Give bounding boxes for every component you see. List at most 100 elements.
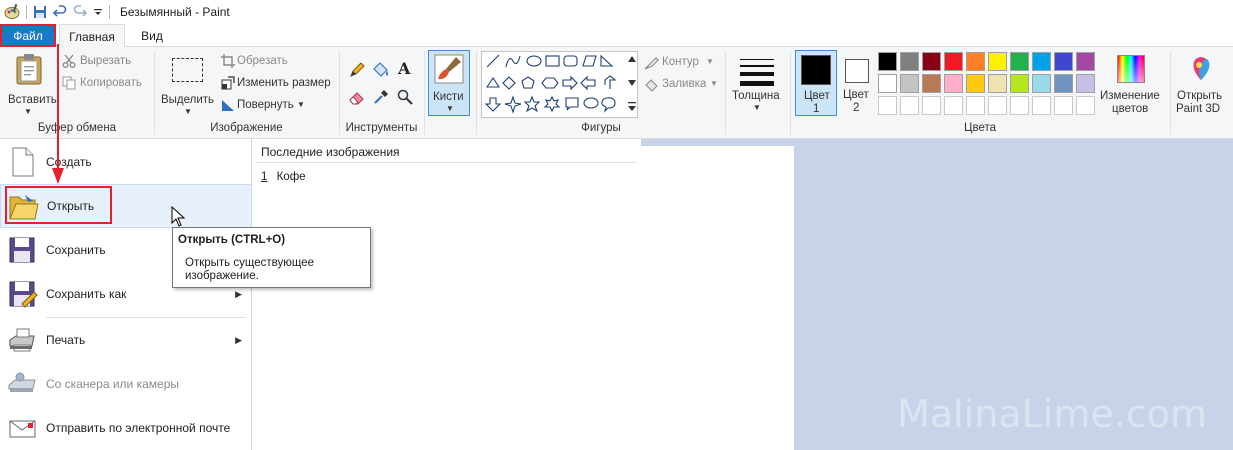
color1-label: Цвет bbox=[804, 90, 830, 102]
palette-swatch[interactable] bbox=[1054, 74, 1073, 93]
customize-toolbar-icon[interactable] bbox=[93, 7, 103, 17]
save-as-icon bbox=[9, 281, 38, 308]
menu-item-print[interactable]: Печать ▶ bbox=[0, 318, 252, 362]
menu-item-new[interactable]: Создать bbox=[0, 140, 252, 184]
undo-icon[interactable] bbox=[53, 5, 67, 19]
palette-empty-swatch[interactable] bbox=[1010, 96, 1029, 115]
palette-empty-swatch[interactable] bbox=[900, 96, 919, 115]
file-menu: Создать Открыть Сохранить Сохранить как … bbox=[0, 139, 252, 450]
cut-label: Вырезать bbox=[80, 55, 132, 67]
size-button[interactable]: Толщина ▼ bbox=[730, 50, 786, 116]
mouse-cursor-icon bbox=[171, 206, 186, 227]
palette-swatch[interactable] bbox=[1076, 74, 1095, 93]
palette-swatch[interactable] bbox=[966, 52, 985, 71]
tooltip: Открыть (CTRL+O) Открыть существующее из… bbox=[172, 227, 371, 288]
rotate-dropdown-arrow: ▼ bbox=[297, 100, 305, 109]
magnifier-icon[interactable] bbox=[397, 89, 413, 105]
palette-swatch[interactable] bbox=[944, 52, 963, 71]
resize-icon bbox=[221, 76, 235, 90]
palette-empty-swatch[interactable] bbox=[944, 96, 963, 115]
watermark: MalinaLime.com bbox=[897, 392, 1207, 436]
palette-swatch[interactable] bbox=[900, 52, 919, 71]
fill-icon bbox=[645, 79, 658, 92]
color-palette bbox=[878, 52, 1098, 118]
palette-empty-swatch[interactable] bbox=[988, 96, 1007, 115]
ribbon-tabs: Файл Главная Вид bbox=[0, 24, 1233, 48]
palette-swatch[interactable] bbox=[1032, 74, 1051, 93]
palette-swatch[interactable] bbox=[988, 74, 1007, 93]
pencil-icon[interactable] bbox=[349, 62, 365, 78]
menu-item-open[interactable]: Открыть bbox=[0, 184, 252, 228]
brushes-dropdown-arrow: ▼ bbox=[446, 104, 454, 113]
fill-button[interactable]: Заливка ▼ bbox=[644, 77, 724, 95]
tab-file[interactable]: Файл bbox=[0, 24, 56, 47]
rotate-label: Повернуть bbox=[237, 99, 294, 111]
rotate-button[interactable]: Повернуть ▼ bbox=[221, 97, 311, 115]
fill-bucket-icon[interactable] bbox=[372, 61, 390, 79]
palette-swatch[interactable] bbox=[1076, 52, 1095, 71]
recent-item[interactable]: 1 Кофе bbox=[261, 171, 461, 187]
brushes-button[interactable]: Кисти ▼ bbox=[428, 50, 470, 116]
window-title: Безымянный - Paint bbox=[120, 5, 230, 19]
paint3d-label-1: Открыть bbox=[1177, 90, 1223, 102]
text-tool-icon[interactable]: A bbox=[398, 59, 410, 78]
tab-home[interactable]: Главная bbox=[59, 24, 125, 48]
palette-swatch[interactable] bbox=[1054, 52, 1073, 71]
eraser-icon[interactable] bbox=[349, 89, 365, 105]
recent-pictures-panel: Последние изображения 1 Кофе bbox=[252, 139, 641, 450]
palette-swatch[interactable] bbox=[1010, 52, 1029, 71]
crop-button[interactable]: Обрезать bbox=[221, 53, 321, 71]
outline-label: Контур bbox=[662, 56, 699, 68]
drawing-canvas[interactable] bbox=[641, 146, 794, 450]
open-paint3d-button[interactable]: Открыть Paint 3D bbox=[1173, 50, 1229, 120]
palette-swatch[interactable] bbox=[944, 74, 963, 93]
select-button[interactable]: Выделить ▼ bbox=[160, 51, 216, 116]
recent-divider bbox=[256, 162, 637, 163]
email-icon bbox=[9, 420, 36, 438]
palette-swatch[interactable] bbox=[1032, 52, 1051, 71]
palette-swatch[interactable] bbox=[900, 74, 919, 93]
save-icon[interactable] bbox=[33, 5, 47, 19]
palette-swatch[interactable] bbox=[966, 74, 985, 93]
color1-button[interactable]: Цвет 1 bbox=[795, 50, 837, 116]
tab-view[interactable]: Вид bbox=[130, 24, 174, 48]
color2-button[interactable]: Цвет 2 bbox=[841, 50, 873, 116]
group-divider bbox=[476, 51, 477, 135]
submenu-arrow-icon: ▶ bbox=[235, 334, 242, 345]
palette-empty-swatch[interactable] bbox=[1076, 96, 1095, 115]
palette-swatch[interactable] bbox=[922, 52, 941, 71]
printer-icon bbox=[9, 328, 35, 352]
resize-label: Изменить размер bbox=[237, 77, 331, 89]
outline-button[interactable]: Контур ▼ bbox=[644, 55, 724, 73]
palette-swatch[interactable] bbox=[878, 74, 897, 93]
palette-swatch[interactable] bbox=[878, 52, 897, 71]
edit-colors-label-1: Изменение bbox=[1100, 90, 1160, 102]
paint3d-icon bbox=[1193, 57, 1210, 80]
recent-pictures-title: Последние изображения bbox=[261, 145, 400, 159]
palette-swatch[interactable] bbox=[1010, 74, 1029, 93]
palette-empty-swatch[interactable] bbox=[966, 96, 985, 115]
menu-item-email[interactable]: Отправить по электронной почте bbox=[0, 406, 252, 450]
resize-button[interactable]: Изменить размер bbox=[221, 75, 336, 93]
palette-empty-swatch[interactable] bbox=[1054, 96, 1073, 115]
palette-empty-swatch[interactable] bbox=[1032, 96, 1051, 115]
color1-number: 1 bbox=[813, 103, 820, 115]
palette-swatch[interactable] bbox=[922, 74, 941, 93]
size-dropdown-arrow: ▼ bbox=[753, 103, 761, 112]
menu-item-label: Со сканера или камеры bbox=[46, 377, 179, 391]
color2-number: 2 bbox=[853, 102, 860, 114]
annotation-arrow bbox=[52, 44, 64, 184]
redo-icon[interactable] bbox=[73, 5, 87, 19]
palette-empty-swatch[interactable] bbox=[878, 96, 897, 115]
paste-button[interactable]: Вставить ▼ bbox=[6, 51, 57, 116]
size-label: Толщина bbox=[732, 90, 780, 102]
image-group-label: Изображение bbox=[210, 122, 283, 134]
cut-button[interactable]: Вырезать bbox=[62, 53, 148, 71]
palette-empty-swatch[interactable] bbox=[922, 96, 941, 115]
copy-button[interactable]: Копировать bbox=[62, 75, 152, 93]
edit-colors-button[interactable]: Изменение цветов bbox=[1100, 50, 1166, 116]
color-picker-icon[interactable] bbox=[373, 89, 389, 105]
shapes-gallery[interactable] bbox=[481, 51, 638, 118]
palette-swatch[interactable] bbox=[988, 52, 1007, 71]
color2-swatch bbox=[845, 59, 869, 83]
